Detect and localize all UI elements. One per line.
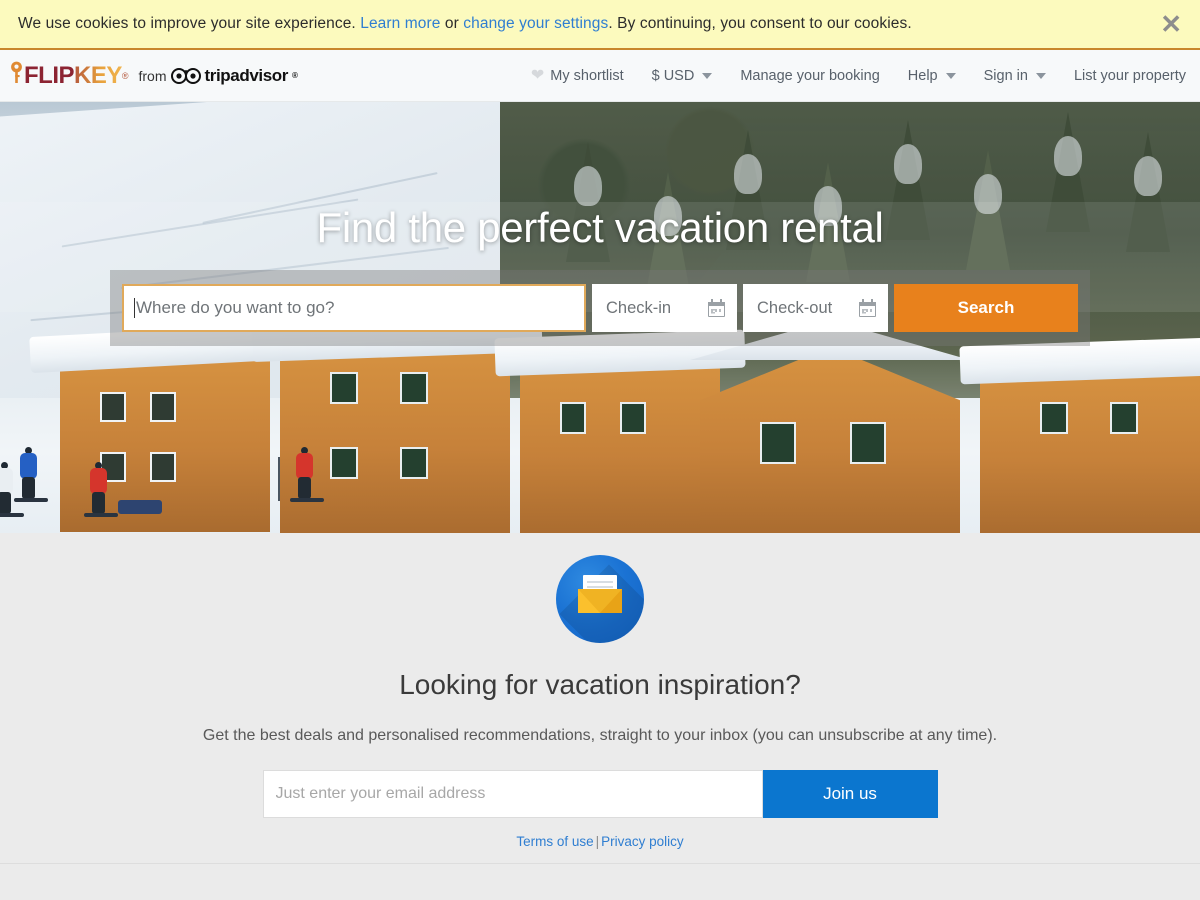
- nav-label-list-property: List your property: [1073, 67, 1186, 84]
- legal-separator: |: [595, 834, 600, 849]
- newsletter-form: Join us: [0, 770, 1200, 818]
- text-cursor: [134, 298, 135, 318]
- checkout-input[interactable]: Check-out: [743, 284, 888, 332]
- nav-label-help: Help: [907, 67, 938, 84]
- cookie-text-or: or: [440, 15, 464, 32]
- nav-label-my-shortlist: My shortlist: [550, 67, 624, 84]
- newsletter-legal-links: Terms of use | Privacy policy: [0, 834, 1200, 849]
- logo-text-flip: FLIP: [24, 61, 75, 89]
- hero-chalet: [980, 367, 1200, 533]
- cookie-text-after: . By continuing, you consent to our cook…: [608, 15, 912, 32]
- cookie-consent-banner: We use cookies to improve your site expe…: [0, 0, 1200, 50]
- map-pin-icon: [10, 61, 23, 90]
- tripadvisor-owl-icon: [170, 67, 201, 84]
- close-icon[interactable]: ✕: [1160, 11, 1182, 37]
- footer-area: [0, 864, 1200, 900]
- logo-text-key: KEY: [74, 61, 122, 89]
- tripadvisor-registered: ®: [291, 71, 298, 80]
- chevron-down-icon: [702, 72, 713, 79]
- header-nav: ❤ My shortlist $ USD Manage your booking…: [517, 66, 1186, 84]
- chevron-down-icon: [1035, 72, 1046, 79]
- email-field[interactable]: [262, 770, 763, 818]
- newsletter-subtitle: Get the best deals and personalised reco…: [202, 727, 998, 744]
- nav-label-sign-in: Sign in: [983, 67, 1028, 84]
- calendar-icon: [708, 299, 725, 317]
- from-label: from: [138, 67, 167, 84]
- privacy-policy-link[interactable]: Privacy policy: [601, 834, 684, 849]
- nav-manage-booking[interactable]: Manage your booking: [726, 68, 893, 84]
- checkout-label: Check-out: [757, 298, 833, 317]
- nav-my-shortlist[interactable]: ❤ My shortlist: [517, 66, 638, 84]
- nav-label-manage-booking: Manage your booking: [740, 67, 880, 84]
- hero-chalet: [520, 357, 720, 533]
- calendar-icon: [859, 299, 876, 317]
- checkin-label: Check-in: [606, 298, 672, 317]
- newsletter-section: Looking for vacation inspiration? Get th…: [0, 533, 1200, 863]
- hero-chalet: [280, 342, 510, 533]
- flipkey-logo[interactable]: FLIP KEY ®: [10, 61, 129, 90]
- heart-icon: ❤: [530, 66, 545, 84]
- change-settings-link[interactable]: change your settings: [463, 15, 608, 32]
- hero-section: Find the perfect vacation rental Where d…: [0, 102, 1200, 533]
- page-title: Find the perfect vacation rental: [316, 204, 884, 251]
- tripadvisor-wordmark: tripadvisor: [204, 65, 289, 85]
- newsletter-title: Looking for vacation inspiration?: [399, 669, 801, 700]
- search-button[interactable]: Search: [894, 284, 1078, 332]
- destination-placeholder: Where do you want to go?: [136, 298, 335, 317]
- join-us-button[interactable]: Join us: [762, 770, 938, 818]
- nav-sign-in[interactable]: Sign in: [970, 68, 1060, 84]
- logo-trademark: ®: [121, 70, 129, 81]
- checkin-input[interactable]: Check-in: [592, 284, 737, 332]
- cookie-banner-text: We use cookies to improve your site expe…: [18, 15, 912, 33]
- nav-list-your-property[interactable]: List your property: [1060, 68, 1186, 84]
- brand-area[interactable]: FLIP KEY ® from tripadvisor ®: [10, 61, 298, 90]
- chevron-down-icon: [945, 72, 956, 79]
- learn-more-link[interactable]: Learn more: [360, 15, 440, 32]
- nav-label-currency: $ USD: [651, 67, 695, 84]
- destination-input[interactable]: Where do you want to go?: [122, 284, 586, 332]
- envelope-mail-icon: [556, 555, 644, 643]
- terms-of-use-link[interactable]: Terms of use: [516, 834, 593, 849]
- nav-currency-selector[interactable]: $ USD: [638, 68, 727, 84]
- nav-help[interactable]: Help: [894, 68, 970, 84]
- site-header: FLIP KEY ® from tripadvisor ® ❤ My shortlis…: [0, 50, 1200, 102]
- tripadvisor-attribution[interactable]: from tripadvisor ®: [139, 66, 298, 86]
- cookie-text-before: We use cookies to improve your site expe…: [18, 15, 361, 32]
- hero-ski-bag: [118, 500, 162, 514]
- search-panel: Where do you want to go? Check-in Check-…: [110, 270, 1090, 346]
